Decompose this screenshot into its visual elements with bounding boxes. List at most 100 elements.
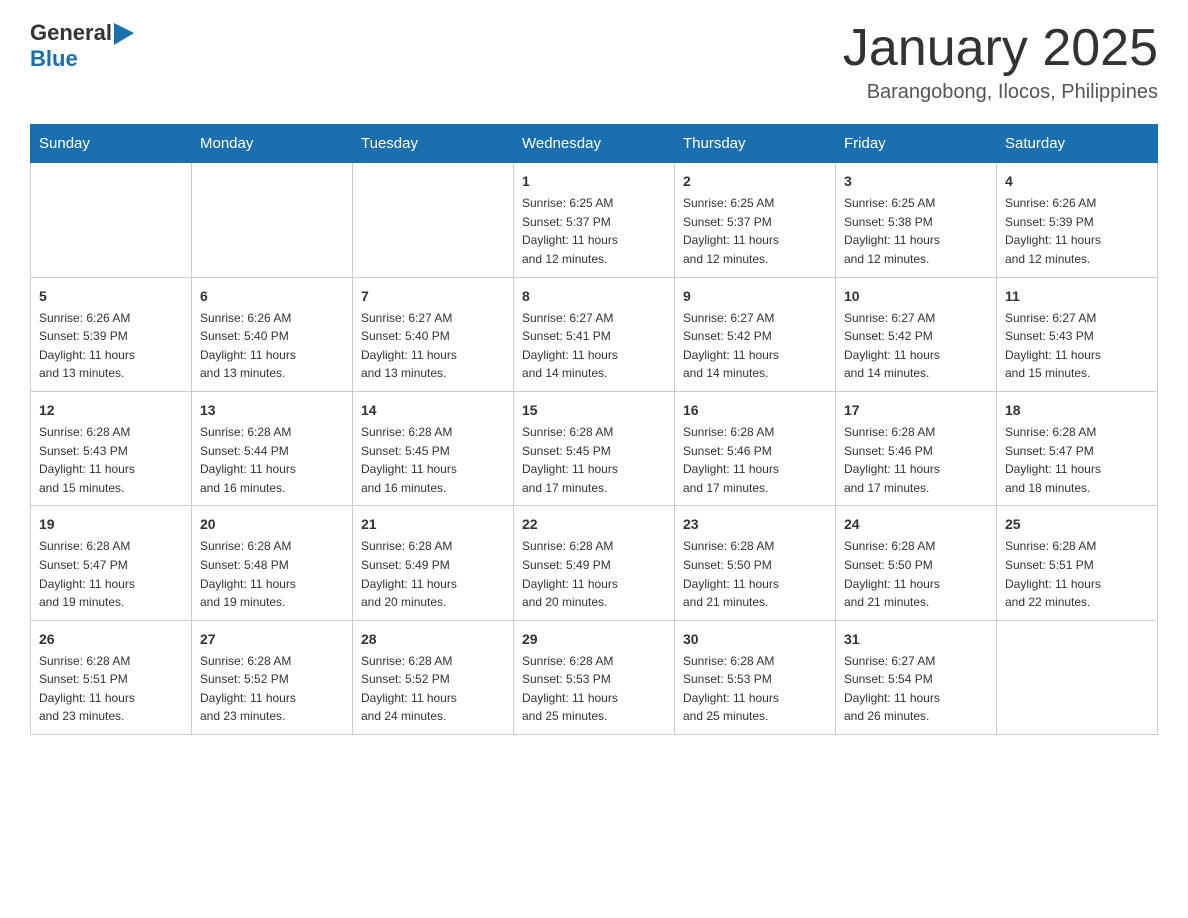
calendar-day-cell: 24Sunrise: 6:28 AMSunset: 5:50 PMDayligh…: [836, 506, 997, 620]
calendar-day-cell: 10Sunrise: 6:27 AMSunset: 5:42 PMDayligh…: [836, 277, 997, 391]
calendar-day-cell: 26Sunrise: 6:28 AMSunset: 5:51 PMDayligh…: [31, 620, 192, 734]
calendar-week-row: 19Sunrise: 6:28 AMSunset: 5:47 PMDayligh…: [31, 506, 1158, 620]
calendar-day-cell: 25Sunrise: 6:28 AMSunset: 5:51 PMDayligh…: [997, 506, 1158, 620]
day-info: Sunrise: 6:28 AMSunset: 5:43 PMDaylight:…: [39, 423, 183, 497]
day-info: Sunrise: 6:26 AMSunset: 5:39 PMDaylight:…: [1005, 194, 1149, 268]
day-info: Sunrise: 6:28 AMSunset: 5:51 PMDaylight:…: [1005, 537, 1149, 611]
day-number: 25: [1005, 514, 1149, 535]
calendar-day-cell: 27Sunrise: 6:28 AMSunset: 5:52 PMDayligh…: [192, 620, 353, 734]
day-number: 22: [522, 514, 666, 535]
calendar-day-cell: 8Sunrise: 6:27 AMSunset: 5:41 PMDaylight…: [514, 277, 675, 391]
calendar-day-cell: [192, 163, 353, 277]
day-number: 27: [200, 629, 344, 650]
day-of-week-header: Saturday: [997, 125, 1158, 163]
day-of-week-header: Tuesday: [353, 125, 514, 163]
calendar-day-cell: 2Sunrise: 6:25 AMSunset: 5:37 PMDaylight…: [675, 163, 836, 277]
day-info: Sunrise: 6:28 AMSunset: 5:46 PMDaylight:…: [844, 423, 988, 497]
calendar-day-cell: 1Sunrise: 6:25 AMSunset: 5:37 PMDaylight…: [514, 163, 675, 277]
day-info: Sunrise: 6:28 AMSunset: 5:50 PMDaylight:…: [844, 537, 988, 611]
calendar-day-cell: 6Sunrise: 6:26 AMSunset: 5:40 PMDaylight…: [192, 277, 353, 391]
day-info: Sunrise: 6:28 AMSunset: 5:45 PMDaylight:…: [522, 423, 666, 497]
day-info: Sunrise: 6:27 AMSunset: 5:42 PMDaylight:…: [683, 309, 827, 383]
day-number: 28: [361, 629, 505, 650]
day-info: Sunrise: 6:28 AMSunset: 5:53 PMDaylight:…: [522, 652, 666, 726]
header-area: General Blue January 2025 Barangobong, I…: [30, 20, 1158, 104]
day-info: Sunrise: 6:28 AMSunset: 5:50 PMDaylight:…: [683, 537, 827, 611]
day-info: Sunrise: 6:27 AMSunset: 5:40 PMDaylight:…: [361, 309, 505, 383]
day-info: Sunrise: 6:28 AMSunset: 5:52 PMDaylight:…: [200, 652, 344, 726]
day-info: Sunrise: 6:28 AMSunset: 5:53 PMDaylight:…: [683, 652, 827, 726]
day-number: 7: [361, 286, 505, 307]
day-info: Sunrise: 6:27 AMSunset: 5:41 PMDaylight:…: [522, 309, 666, 383]
day-of-week-header: Wednesday: [514, 125, 675, 163]
calendar-day-cell: 18Sunrise: 6:28 AMSunset: 5:47 PMDayligh…: [997, 391, 1158, 505]
day-info: Sunrise: 6:26 AMSunset: 5:40 PMDaylight:…: [200, 309, 344, 383]
day-number: 20: [200, 514, 344, 535]
calendar-week-row: 5Sunrise: 6:26 AMSunset: 5:39 PMDaylight…: [31, 277, 1158, 391]
calendar-day-cell: 22Sunrise: 6:28 AMSunset: 5:49 PMDayligh…: [514, 506, 675, 620]
calendar-day-cell: 31Sunrise: 6:27 AMSunset: 5:54 PMDayligh…: [836, 620, 997, 734]
day-info: Sunrise: 6:25 AMSunset: 5:37 PMDaylight:…: [683, 194, 827, 268]
calendar-subtitle: Barangobong, Ilocos, Philippines: [843, 81, 1158, 104]
day-info: Sunrise: 6:28 AMSunset: 5:48 PMDaylight:…: [200, 537, 344, 611]
calendar-day-cell: 15Sunrise: 6:28 AMSunset: 5:45 PMDayligh…: [514, 391, 675, 505]
day-of-week-header: Friday: [836, 125, 997, 163]
calendar-day-cell: 12Sunrise: 6:28 AMSunset: 5:43 PMDayligh…: [31, 391, 192, 505]
day-info: Sunrise: 6:28 AMSunset: 5:51 PMDaylight:…: [39, 652, 183, 726]
day-number: 2: [683, 171, 827, 192]
day-number: 17: [844, 400, 988, 421]
day-info: Sunrise: 6:27 AMSunset: 5:54 PMDaylight:…: [844, 652, 988, 726]
calendar-table: SundayMondayTuesdayWednesdayThursdayFrid…: [30, 124, 1158, 735]
day-number: 1: [522, 171, 666, 192]
day-info: Sunrise: 6:28 AMSunset: 5:47 PMDaylight:…: [1005, 423, 1149, 497]
day-of-week-header: Thursday: [675, 125, 836, 163]
day-info: Sunrise: 6:28 AMSunset: 5:52 PMDaylight:…: [361, 652, 505, 726]
day-number: 9: [683, 286, 827, 307]
day-info: Sunrise: 6:28 AMSunset: 5:47 PMDaylight:…: [39, 537, 183, 611]
day-number: 18: [1005, 400, 1149, 421]
calendar-day-cell: 21Sunrise: 6:28 AMSunset: 5:49 PMDayligh…: [353, 506, 514, 620]
day-info: Sunrise: 6:28 AMSunset: 5:44 PMDaylight:…: [200, 423, 344, 497]
calendar-day-cell: 4Sunrise: 6:26 AMSunset: 5:39 PMDaylight…: [997, 163, 1158, 277]
calendar-day-cell: 17Sunrise: 6:28 AMSunset: 5:46 PMDayligh…: [836, 391, 997, 505]
calendar-day-cell: 11Sunrise: 6:27 AMSunset: 5:43 PMDayligh…: [997, 277, 1158, 391]
calendar-day-cell: 19Sunrise: 6:28 AMSunset: 5:47 PMDayligh…: [31, 506, 192, 620]
day-number: 8: [522, 286, 666, 307]
day-number: 4: [1005, 171, 1149, 192]
day-number: 15: [522, 400, 666, 421]
logo: General Blue: [30, 20, 134, 72]
calendar-day-cell: 13Sunrise: 6:28 AMSunset: 5:44 PMDayligh…: [192, 391, 353, 505]
day-number: 12: [39, 400, 183, 421]
day-info: Sunrise: 6:25 AMSunset: 5:37 PMDaylight:…: [522, 194, 666, 268]
day-of-week-header: Monday: [192, 125, 353, 163]
day-number: 24: [844, 514, 988, 535]
calendar-day-cell: 5Sunrise: 6:26 AMSunset: 5:39 PMDaylight…: [31, 277, 192, 391]
calendar-day-cell: 7Sunrise: 6:27 AMSunset: 5:40 PMDaylight…: [353, 277, 514, 391]
calendar-day-cell: [997, 620, 1158, 734]
calendar-week-row: 12Sunrise: 6:28 AMSunset: 5:43 PMDayligh…: [31, 391, 1158, 505]
title-area: January 2025 Barangobong, Ilocos, Philip…: [843, 20, 1158, 104]
calendar-day-cell: 23Sunrise: 6:28 AMSunset: 5:50 PMDayligh…: [675, 506, 836, 620]
day-number: 13: [200, 400, 344, 421]
day-number: 6: [200, 286, 344, 307]
day-info: Sunrise: 6:28 AMSunset: 5:46 PMDaylight:…: [683, 423, 827, 497]
calendar-header-row: SundayMondayTuesdayWednesdayThursdayFrid…: [31, 125, 1158, 163]
logo-icon: General Blue: [30, 20, 134, 72]
day-info: Sunrise: 6:28 AMSunset: 5:49 PMDaylight:…: [361, 537, 505, 611]
calendar-day-cell: [353, 163, 514, 277]
calendar-day-cell: 30Sunrise: 6:28 AMSunset: 5:53 PMDayligh…: [675, 620, 836, 734]
logo-text-blue: Blue: [30, 46, 78, 72]
day-number: 29: [522, 629, 666, 650]
day-number: 16: [683, 400, 827, 421]
logo-text-general: General: [30, 20, 112, 46]
calendar-day-cell: 20Sunrise: 6:28 AMSunset: 5:48 PMDayligh…: [192, 506, 353, 620]
calendar-day-cell: 14Sunrise: 6:28 AMSunset: 5:45 PMDayligh…: [353, 391, 514, 505]
day-number: 19: [39, 514, 183, 535]
day-info: Sunrise: 6:27 AMSunset: 5:42 PMDaylight:…: [844, 309, 988, 383]
calendar-day-cell: 28Sunrise: 6:28 AMSunset: 5:52 PMDayligh…: [353, 620, 514, 734]
calendar-day-cell: 3Sunrise: 6:25 AMSunset: 5:38 PMDaylight…: [836, 163, 997, 277]
calendar-day-cell: 16Sunrise: 6:28 AMSunset: 5:46 PMDayligh…: [675, 391, 836, 505]
calendar-day-cell: 29Sunrise: 6:28 AMSunset: 5:53 PMDayligh…: [514, 620, 675, 734]
day-number: 26: [39, 629, 183, 650]
day-number: 10: [844, 286, 988, 307]
